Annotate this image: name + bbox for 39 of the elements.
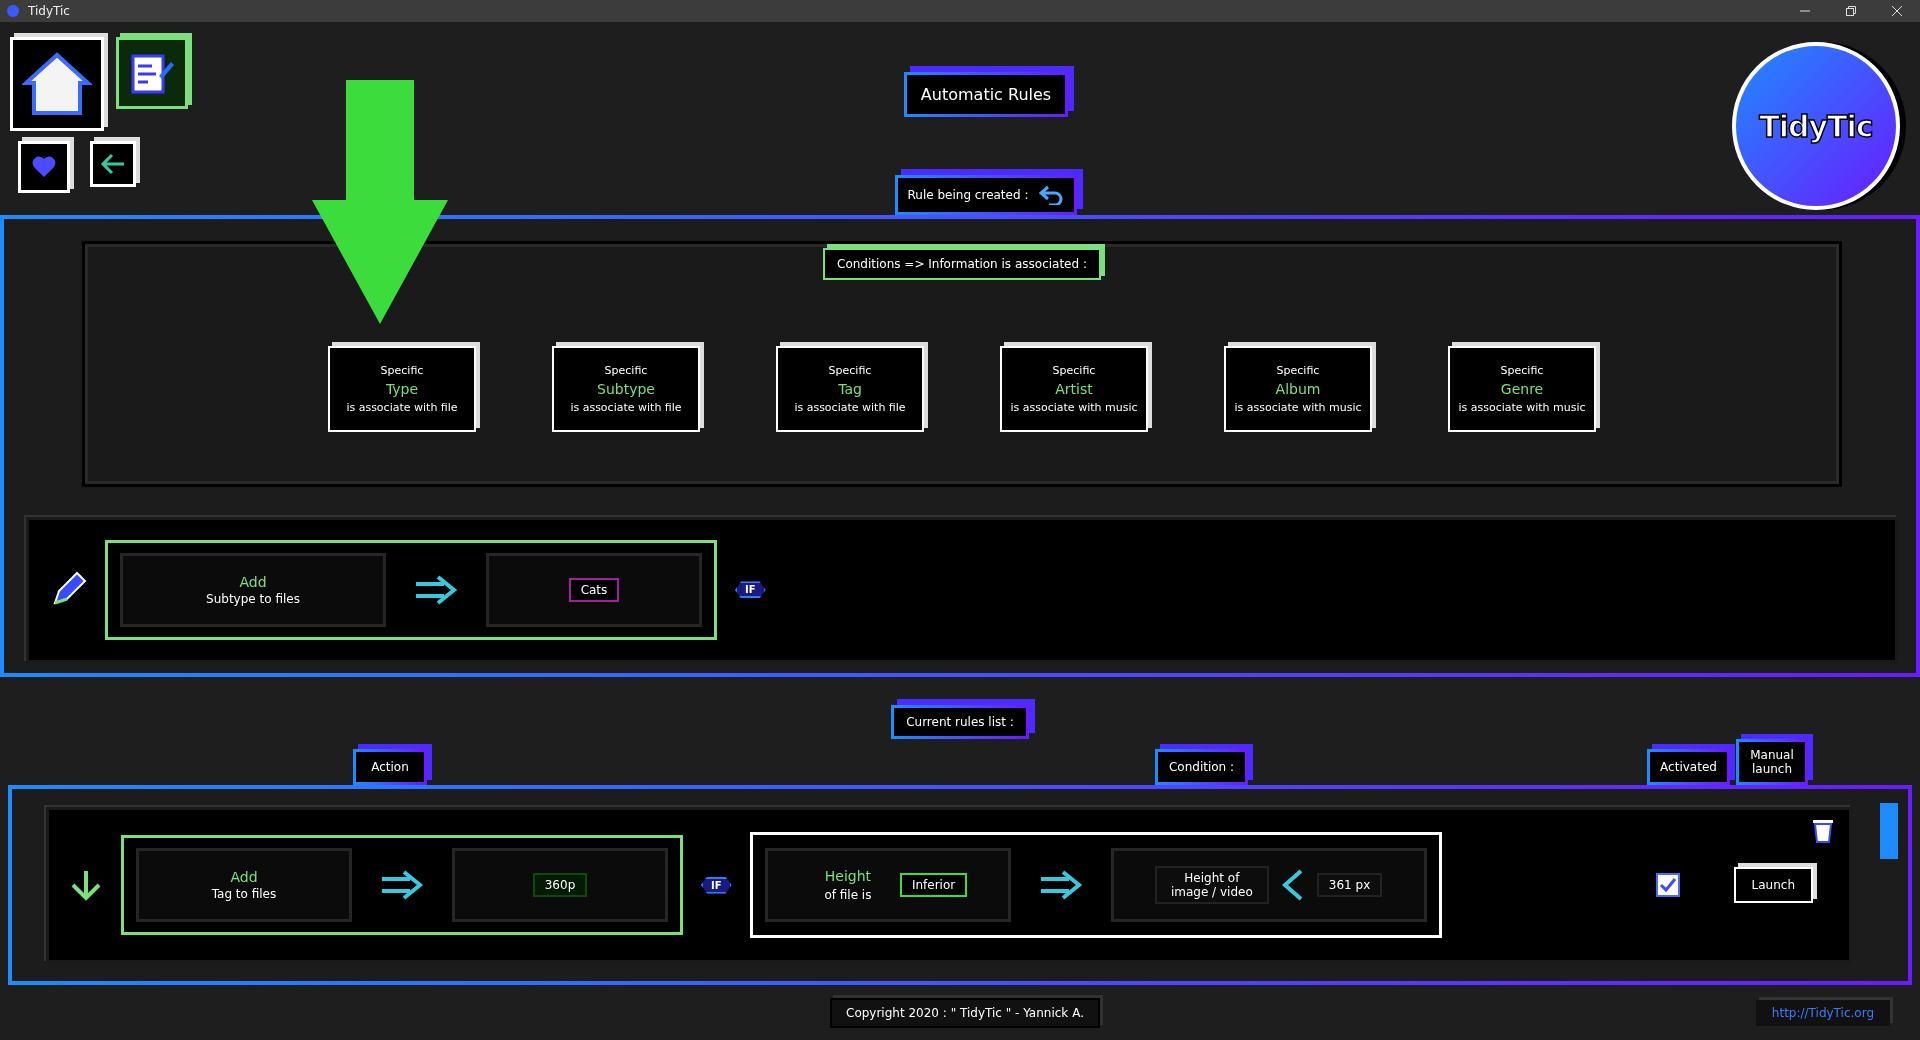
value-chip: 360p: [532, 873, 588, 897]
property-chip: Height of image / video: [1154, 866, 1269, 904]
restore-icon[interactable]: [1846, 6, 1856, 16]
down-chevron-icon[interactable]: [69, 869, 103, 901]
less-than-chevron-icon: [1280, 869, 1305, 901]
condition-suffix: of file is: [824, 888, 872, 902]
condition-slot[interactable]: Height of file is Inferior: [764, 848, 1011, 922]
rule-being-created-label: Rule being created :: [907, 188, 1029, 202]
window-title: TidyTic: [28, 4, 70, 18]
action-target: Subtype to files: [206, 591, 300, 606]
action-verb: Add: [239, 573, 267, 590]
condition-field: Height: [824, 868, 872, 884]
operator-chip[interactable]: Inferior: [899, 873, 968, 897]
action-slot[interactable]: Add Subtype to files: [120, 552, 386, 627]
comparison-slot[interactable]: Height of image / video 361 px: [1110, 848, 1427, 922]
back-arrow-icon: [100, 153, 126, 175]
action-target: Tag to files: [211, 887, 277, 901]
value-chip: Cats: [568, 577, 620, 602]
website-link[interactable]: http://TidyTic.org: [1755, 999, 1890, 1026]
close-icon[interactable]: [1892, 6, 1902, 16]
down-arrow-icon: [312, 80, 448, 324]
scrollbar-thumb[interactable]: [1880, 803, 1898, 859]
double-arrow-icon: [380, 870, 424, 900]
action-verb: Add: [230, 869, 258, 885]
if-badge: IF: [701, 876, 732, 894]
action-slot[interactable]: Add Tag to files: [136, 848, 352, 922]
value-slot[interactable]: Cats: [486, 552, 702, 627]
limit-chip: 361 px: [1316, 873, 1383, 897]
value-slot[interactable]: 360p: [452, 848, 668, 922]
if-badge: IF: [735, 581, 766, 599]
heart-icon: [31, 155, 57, 179]
logo-text: TidyTic: [1759, 108, 1873, 144]
double-arrow-icon: [414, 574, 458, 605]
home-icon: [22, 51, 92, 117]
copyright-text: Copyright 2020 : " TidyTic " - Yannick A.: [830, 997, 1100, 1028]
undo-arrow-icon[interactable]: [1038, 185, 1065, 205]
double-arrow-icon: [1038, 870, 1083, 900]
app-icon: [6, 4, 20, 18]
activated-checkbox[interactable]: [1655, 873, 1680, 897]
